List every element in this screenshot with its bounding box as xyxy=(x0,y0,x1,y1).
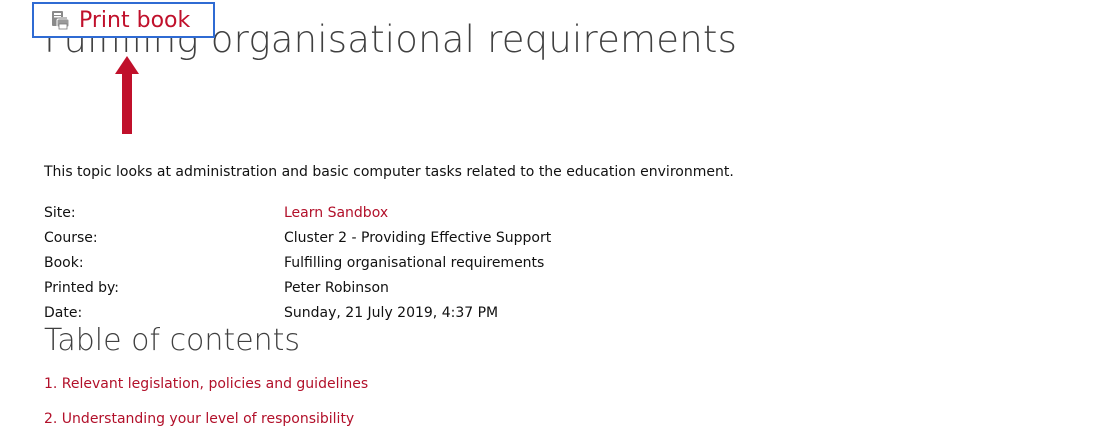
meta-row-course: Course: Cluster 2 - Providing Effective … xyxy=(44,228,744,253)
site-link[interactable]: Learn Sandbox xyxy=(284,203,388,228)
meta-row-book: Book: Fulfilling organisational requirem… xyxy=(44,253,744,278)
meta-value: Fulfilling organisational requirements xyxy=(284,255,545,271)
red-arrow-up-icon xyxy=(112,50,142,138)
meta-key: Course: xyxy=(44,230,98,246)
meta-key: Printed by: xyxy=(44,280,120,296)
meta-row-site: Site: Learn Sandbox xyxy=(44,203,744,228)
meta-row-printed-by: Printed by: Peter Robinson xyxy=(44,278,744,303)
book-metadata: Site: Learn Sandbox Course: Cluster 2 - … xyxy=(44,203,744,328)
toc-title: Table of contents xyxy=(44,323,301,358)
print-book-button[interactable]: Print book xyxy=(32,2,215,38)
toc-link[interactable]: 1. Relevant legislation, policies and gu… xyxy=(44,376,368,392)
toc-link[interactable]: 2. Understanding your level of responsib… xyxy=(44,411,354,427)
meta-value: Cluster 2 - Providing Effective Support xyxy=(284,230,552,246)
meta-key: Site: xyxy=(44,205,76,221)
table-of-contents: 1. Relevant legislation, policies and gu… xyxy=(44,374,368,444)
toc-item: 1. Relevant legislation, policies and gu… xyxy=(44,374,368,409)
print-book-label: Print book xyxy=(79,7,191,33)
meta-value: Peter Robinson xyxy=(284,280,389,296)
print-book-icon xyxy=(49,9,71,31)
toc-item: 2. Understanding your level of responsib… xyxy=(44,409,368,444)
meta-value: Sunday, 21 July 2019, 4:37 PM xyxy=(284,305,499,321)
meta-key: Book: xyxy=(44,255,84,271)
intro-text: This topic looks at administration and b… xyxy=(44,164,734,180)
